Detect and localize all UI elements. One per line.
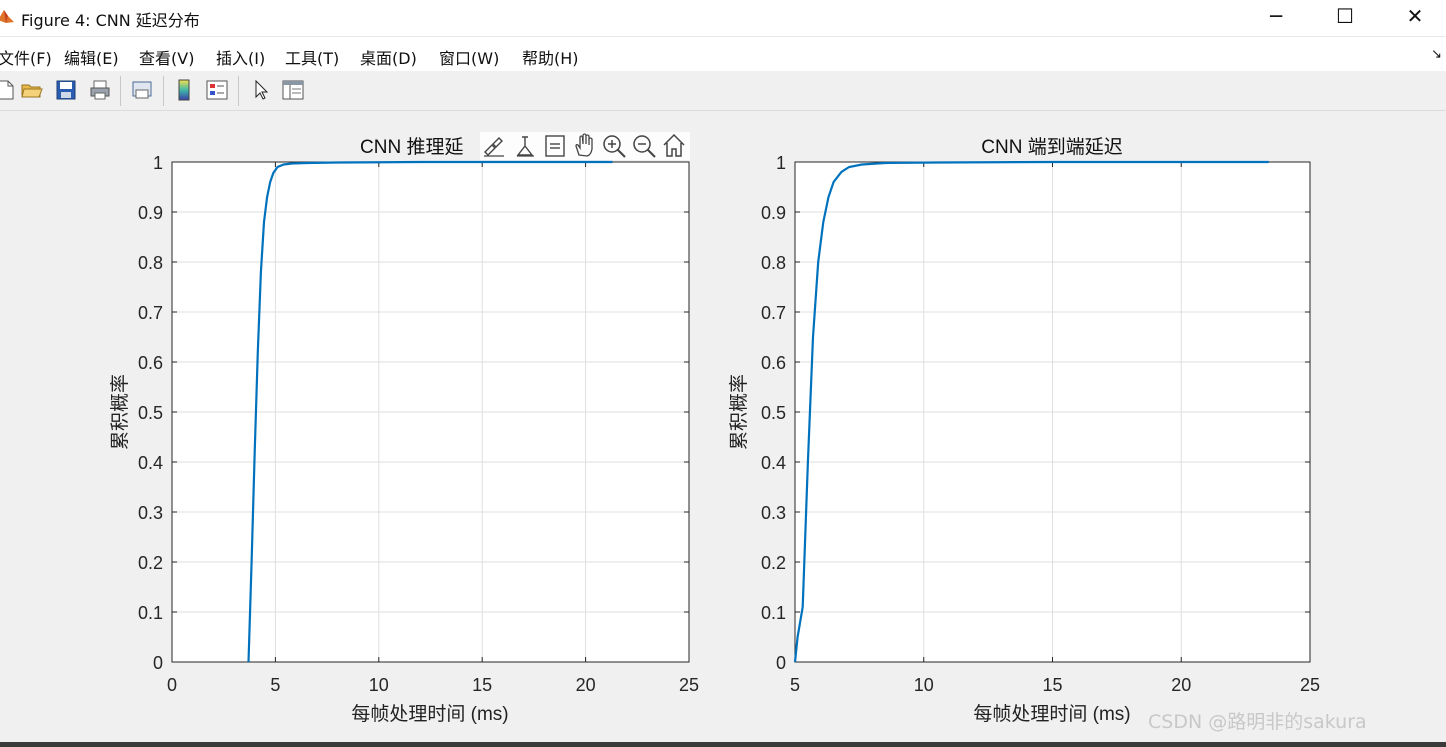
y-axis-label: 累积概率 — [728, 374, 750, 450]
y-tick-label: 0.9 — [761, 203, 786, 223]
y-tick-label: 0.7 — [761, 303, 786, 323]
x-axis-label: 每帧处理时间 (ms) — [973, 703, 1130, 725]
y-tick-label: 0.1 — [761, 603, 786, 623]
y-tick-label: 0.5 — [138, 403, 163, 423]
watermark: CSDN @路明非的sakura — [1148, 711, 1367, 733]
x-tick-label: 25 — [1300, 675, 1320, 695]
axes-title: CNN 推理延 — [360, 136, 463, 158]
y-tick-label: 0.7 — [138, 303, 163, 323]
figure-plots: 0 5 10 15 20 25 00.10.20.30.40.50.60.70.80.91… — [109, 132, 1320, 725]
x-tick-label: 15 — [1042, 675, 1062, 695]
y-tick-label: 0.9 — [138, 203, 163, 223]
y-tick-label: 0.8 — [761, 253, 786, 273]
y-tick-label: 0.2 — [138, 553, 163, 573]
y-tick-label: 0.6 — [761, 353, 786, 373]
x-tick-label: 25 — [679, 675, 699, 695]
x-tick-label: 10 — [914, 675, 934, 695]
y-tick-label: 0 — [776, 653, 786, 673]
x-tick-label: 5 — [790, 675, 800, 695]
axes-interaction-toolbar — [480, 132, 690, 160]
y-tick-label: 0.4 — [138, 453, 163, 473]
y-tick-label: 1 — [153, 153, 163, 173]
y-tick-label: 0.4 — [761, 453, 786, 473]
axes-title: CNN 端到端延迟 — [981, 136, 1122, 158]
y-tick-label: 0 — [153, 653, 163, 673]
x-tick-labels: 5 10 15 20 25 — [790, 675, 1320, 695]
taskbar-edge — [0, 742, 1446, 747]
y-tick-label: 1 — [776, 153, 786, 173]
y-tick-label: 0.3 — [138, 503, 163, 523]
x-tick-label: 0 — [167, 675, 177, 695]
x-tick-label: 20 — [1171, 675, 1191, 695]
y-tick-label: 0.5 — [761, 403, 786, 423]
y-tick-label: 0.6 — [138, 353, 163, 373]
y-axis-label: 累积概率 — [109, 374, 131, 450]
y-tick-label: 0.2 — [761, 553, 786, 573]
x-tick-label: 10 — [369, 675, 389, 695]
axes-cnn-end-to-end[interactable]: 5 10 15 20 25 00.10.20.30.40.50.60.70.80.91 … — [728, 136, 1320, 725]
y-tick-label: 0.3 — [761, 503, 786, 523]
y-tick-labels: 0 0.1 0.2 0.3 0.4 0.5 0.6 0.7 0.8 0.9 1 — [761, 153, 786, 673]
x-tick-label: 20 — [576, 675, 596, 695]
axes-cnn-inference[interactable]: 0 5 10 15 20 25 0 0.1 0.2 0.3 0.4 0.5 0.6 0.7 0.8 0.9 1… — [109, 136, 699, 725]
x-tick-label: 5 — [270, 675, 280, 695]
x-tick-labels: 0 5 10 15 20 25 — [167, 675, 699, 695]
y-tick-label: 0.8 — [138, 253, 163, 273]
x-tick-label: 15 — [472, 675, 492, 695]
y-tick-label: 0.1 — [138, 603, 163, 623]
y-tick-labels: 0 0.1 0.2 0.3 0.4 0.5 0.6 0.7 0.8 0.9 1 — [138, 153, 163, 673]
x-axis-label: 每帧处理时间 (ms) — [351, 703, 508, 725]
